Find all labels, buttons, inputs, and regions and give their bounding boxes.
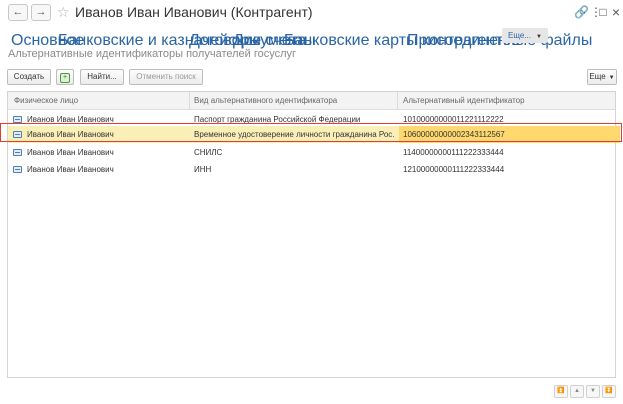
link-icon[interactable]: 🔗 <box>574 5 589 19</box>
back-button[interactable]: ← <box>8 4 28 21</box>
column-divider[interactable] <box>189 92 190 110</box>
table-row[interactable]: Иванов Иван Иванович ИНН 121000000001112… <box>8 161 615 178</box>
scroll-to-bottom-button[interactable]: ⏬ <box>602 385 616 398</box>
cell-identifier: 11400000000111222333444 <box>403 148 504 157</box>
favorite-star-icon[interactable]: ☆ <box>57 3 71 21</box>
maximize-icon[interactable]: □ <box>596 5 610 19</box>
selected-row-highlight-frame <box>0 123 622 142</box>
copy-button[interactable]: + <box>56 69 74 85</box>
section-title: Альтернативные идентификаторы получателе… <box>8 48 297 60</box>
column-header-type[interactable]: Вид альтернативного идентификатора <box>194 96 337 105</box>
column-header-identifier[interactable]: Альтернативный идентификатор <box>403 96 525 105</box>
nav-more-button[interactable]: Еще... ▼ <box>502 28 548 43</box>
window-title: Иванов Иван Иванович (Контрагент) <box>75 4 313 20</box>
cancel-search-button[interactable]: Отменить поиск <box>129 69 203 85</box>
cell-type: ИНН <box>194 165 212 174</box>
table-header: Физическое лицо Вид альтернативного иден… <box>8 92 615 110</box>
add-copy-icon: + <box>60 73 70 83</box>
chevron-down-icon: ▼ <box>608 75 615 81</box>
back-arrow-icon: ← <box>12 6 24 18</box>
cell-person: Иванов Иван Иванович <box>27 148 114 157</box>
find-button[interactable]: Найти... <box>80 69 124 85</box>
table-row[interactable]: Иванов Иван Иванович СНИЛС 1140000000011… <box>8 144 615 161</box>
cell-person: Иванов Иван Иванович <box>27 165 114 174</box>
toolbar-more-label: Еще <box>589 72 606 81</box>
scroll-up-button[interactable]: ▲ <box>570 385 584 398</box>
scroll-down-button[interactable]: ▼ <box>586 385 600 398</box>
chevron-down-icon: ▼ <box>535 34 542 40</box>
column-divider[interactable] <box>397 92 398 110</box>
record-icon <box>13 166 22 173</box>
close-icon[interactable]: × <box>609 5 623 19</box>
cell-identifier: 12100000000111222333444 <box>403 165 505 174</box>
nav-link-attached-files[interactable]: Присоединенные файлы <box>407 32 592 50</box>
column-header-person[interactable]: Физическое лицо <box>14 96 78 105</box>
forward-arrow-icon: → <box>35 6 47 18</box>
title-bar: ← → ☆ Иванов Иван Иванович (Контрагент) … <box>0 0 623 26</box>
scroll-to-top-button[interactable]: ⏫ <box>554 385 568 398</box>
nav-more-label: Еще... <box>508 31 531 40</box>
forward-button[interactable]: → <box>31 4 51 21</box>
toolbar-more-button[interactable]: Еще ▼ <box>587 69 617 85</box>
create-button[interactable]: Создать <box>7 69 51 85</box>
record-icon <box>13 116 22 123</box>
cell-type: СНИЛС <box>194 148 223 157</box>
record-icon <box>13 149 22 156</box>
